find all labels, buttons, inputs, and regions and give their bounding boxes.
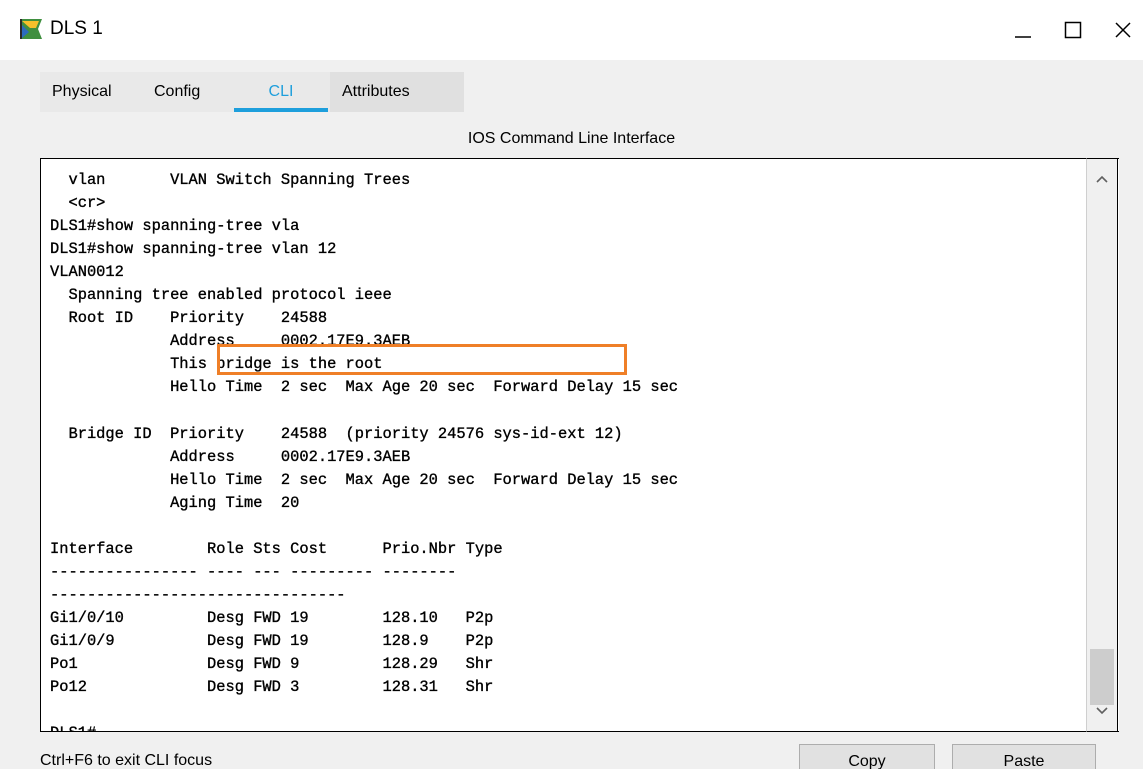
packet-tracer-switch-icon (18, 16, 44, 42)
tab-attributes[interactable]: Attributes (330, 72, 464, 112)
scroll-down-arrow[interactable] (1087, 697, 1117, 725)
chevron-up-icon (1096, 175, 1108, 183)
terminal-scrollbar[interactable] (1086, 158, 1118, 732)
tab-config[interactable]: Config (142, 72, 232, 112)
tab-physical[interactable]: Physical (40, 72, 142, 112)
title-bar: DLS 1 (0, 0, 1143, 60)
cli-terminal[interactable]: vlan VLAN Switch Spanning Trees <cr> DLS… (40, 158, 1119, 732)
terminal-output[interactable]: vlan VLAN Switch Spanning Trees <cr> DLS… (50, 169, 678, 731)
close-button[interactable] (1103, 10, 1143, 50)
paste-button[interactable]: Paste (952, 744, 1096, 769)
minimize-icon (1015, 36, 1031, 38)
maximize-button[interactable] (1053, 10, 1093, 50)
device-window: DLS 1 Physical Config CLI Attributes IOS… (0, 0, 1143, 769)
minimize-button[interactable] (1003, 10, 1043, 50)
panel-title: IOS Command Line Interface (467, 130, 676, 147)
tab-cli[interactable]: CLI (232, 72, 330, 112)
cli-focus-hint: Ctrl+F6 to exit CLI focus (40, 752, 213, 769)
chevron-down-icon (1096, 707, 1108, 715)
close-icon (1115, 22, 1131, 38)
scroll-up-arrow[interactable] (1087, 165, 1117, 193)
window-title: DLS 1 (50, 18, 103, 39)
copy-button[interactable]: Copy (799, 744, 935, 769)
tab-bar: Physical Config CLI Attributes (40, 72, 464, 112)
maximize-icon (1064, 21, 1082, 39)
